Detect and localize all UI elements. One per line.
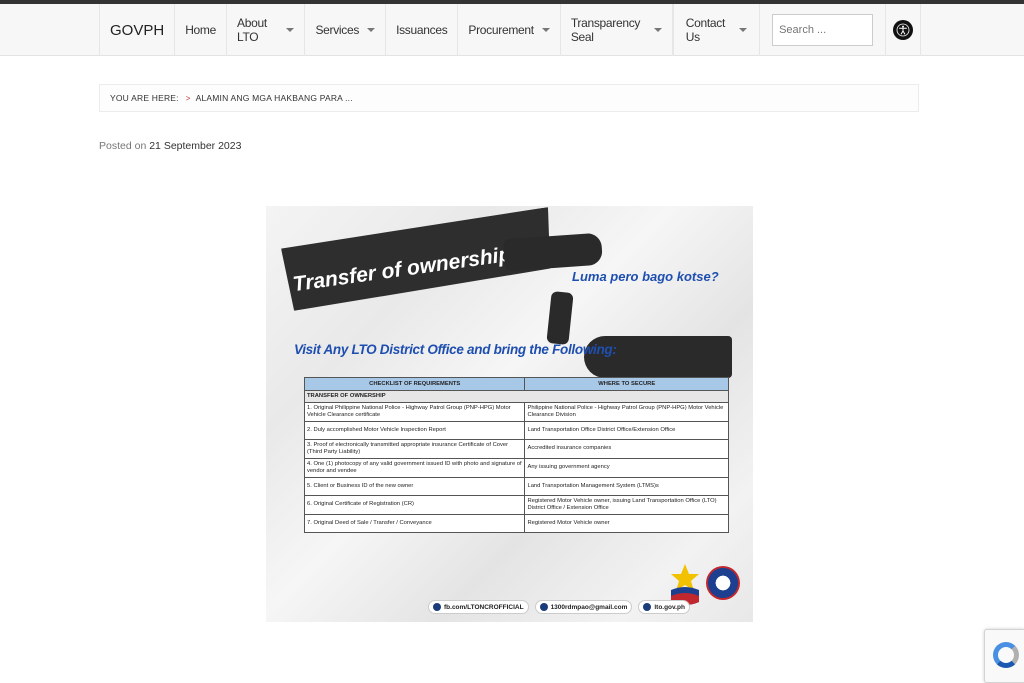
post-image: Transfer of ownership Luma pero bago kot… [266,206,753,622]
table-section-row: TRANSFER OF OWNERSHIP [304,390,729,403]
poster-instruction: Visit Any LTO District Office and bring … [294,342,617,357]
breadcrumb-label: YOU ARE HERE: [110,93,179,103]
requirement-cell: 6. Original Certificate of Registration … [303,494,526,515]
source-cell: Accredited insurance companies [524,438,729,459]
nav-item-label: Procurement [468,23,534,37]
requirements-table: CHECKLIST OF REQUIREMENTS WHERE TO SECUR… [303,377,729,533]
posted-prefix: Posted on [99,140,147,152]
requirement-cell: 5. Client or Business ID of the new owne… [303,476,526,496]
car-key-illustration [546,290,574,346]
table-row: 6. Original Certificate of Registration … [303,494,729,515]
nav-right-group: Contact Us [672,4,920,56]
email-label: 1300rdmpao@gmail.com [550,603,628,611]
nav-item-about[interactable]: About LTO [227,4,306,56]
website-label: lto.gov.ph [654,603,685,611]
recaptcha-icon [993,642,1019,668]
search-input[interactable] [772,14,874,46]
requirement-cell: 4. One (1) photocopy of any valid govern… [303,457,526,478]
poster-contact-links: fb.com/LTONCROFFICIAL 1300rdmpao@gmail.c… [428,600,690,614]
facebook-icon [433,603,441,611]
post-date: 21 September 2023 [149,140,242,152]
nav-item-home[interactable]: Home [175,4,227,56]
table-row: 4. One (1) photocopy of any valid govern… [303,457,729,478]
source-cell: Registered Motor Vehicle owner [524,513,729,533]
nav-item-services[interactable]: Services [305,4,387,56]
poster-tagline: Luma pero bago kotse? [572,269,719,284]
source-cell: Philippine National Police - Highway Pat… [524,402,729,422]
table-header-row: CHECKLIST OF REQUIREMENTS WHERE TO SECUR… [303,377,729,391]
nav-item-label: Services [315,23,360,37]
breadcrumb-current: ALAMIN ANG MGA HAKBANG PARA ... [195,93,353,103]
source-cell: Land Transportation Management System (L… [524,476,729,496]
caret-down-icon [286,28,295,32]
table-row: 2. Duly accomplished Motor Vehicle Inspe… [303,420,729,440]
email-link: 1300rdmpao@gmail.com [534,600,633,614]
source-cell: Any issuing government agency [524,457,729,478]
caret-down-icon [541,28,550,32]
email-icon [539,603,548,611]
source-cell: Registered Motor Vehicle owner, issuing … [524,494,729,515]
accessibility-button[interactable] [886,4,920,56]
source-cell: Land Transportation Office District Offi… [524,420,729,440]
table-row: 5. Client or Business ID of the new owne… [303,476,729,496]
nav-item-issuances[interactable]: Issuances [386,4,459,56]
nav-item-contact[interactable]: Contact Us [674,4,759,56]
caret-down-icon [653,28,662,32]
nav-item-label: Contact Us [685,16,726,44]
table-section-label: TRANSFER OF OWNERSHIP [304,390,729,403]
nav-item-procurement[interactable]: Procurement [458,4,561,56]
breadcrumb: YOU ARE HERE: > ALAMIN ANG MGA HAKBANG P… [99,84,919,112]
table-row: 1. Original Philippine National Police -… [303,402,729,422]
table-header: CHECKLIST OF REQUIREMENTS [303,377,526,391]
website-link: lto.gov.ph [638,600,690,614]
requirement-cell: 3. Proof of electronically transmitted a… [303,438,526,459]
hand-holding-key-illustration [503,232,603,272]
brand-logo-link[interactable]: GOVPH [100,4,176,56]
globe-icon [643,603,652,611]
table-row: 3. Proof of electronically transmitted a… [303,438,729,459]
nav-item-transparency-seal[interactable]: Transparency Seal [561,4,673,56]
main-navbar: GOVPH Home About LTO Services Issuances … [0,4,1024,56]
navbar-container: GOVPH Home About LTO Services Issuances … [99,4,921,56]
post-meta: Posted on 21 September 2023 [99,140,241,152]
requirement-cell: 2. Duly accomplished Motor Vehicle Inspe… [303,420,526,440]
table-row: 7. Original Deed of Sale / Transfer / Co… [303,513,729,533]
caret-down-icon [367,28,376,32]
facebook-label: fb.com/LTONCROFFICIAL [444,603,524,611]
accessibility-icon [893,20,914,40]
requirement-cell: 7. Original Deed of Sale / Transfer / Co… [303,513,526,533]
nav-item-label: Issuances [396,23,448,37]
search-container [759,4,887,56]
nav-item-label: About LTO [237,16,267,44]
table-header: WHERE TO SECURE [524,377,729,391]
recaptcha-badge[interactable] [984,629,1024,683]
nav-item-label: Home [185,23,216,37]
caret-down-icon [739,28,748,32]
breadcrumb-separator-icon: > [185,93,191,103]
facebook-link: fb.com/LTONCROFFICIAL [428,600,529,614]
nav-item-label: Transparency Seal [570,16,641,44]
lto-seal-logo [706,566,740,600]
requirement-cell: 1. Original Philippine National Police -… [303,402,526,422]
